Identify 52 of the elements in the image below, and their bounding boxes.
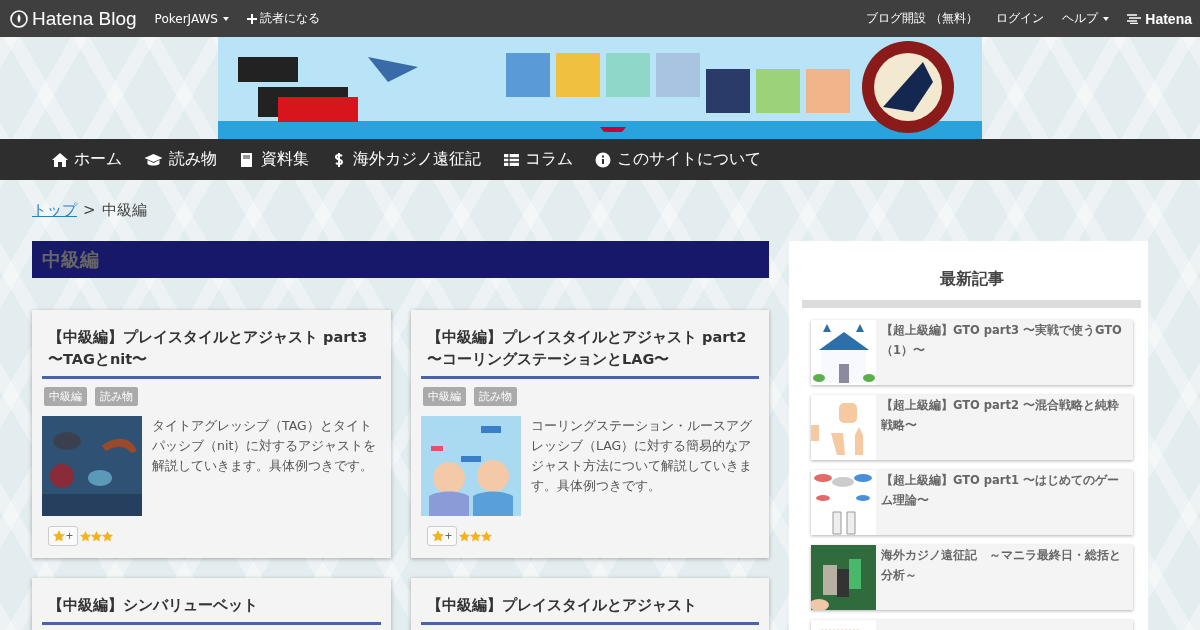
help-menu[interactable]: ヘルプ — [1062, 10, 1110, 27]
star-icon — [91, 530, 102, 542]
article-title[interactable]: 【中級編】シンバリューベット — [42, 594, 381, 616]
table-icon — [503, 151, 519, 168]
nav-link[interactable]: ホーム — [52, 149, 122, 170]
article-summary: タイトアグレッシブ（TAG）とタイトパッシブ（nit）に対するアジャストを解説していきます。具体例つきです。 — [152, 417, 378, 475]
add-star-button[interactable]: + — [427, 526, 457, 546]
article-title[interactable]: 【中級編】プレイスタイルとアジャスト — [421, 594, 759, 616]
recent-article-title: 【超上級編】GTO part3 〜実戦で使うGTO（1）〜 — [880, 322, 1123, 359]
breadcrumb-current: 中級編 — [101, 200, 147, 220]
sidebar-title: 最新記事 — [939, 269, 1005, 290]
star-icon — [470, 530, 481, 542]
star-icon — [102, 530, 113, 542]
graduation-cap-icon — [144, 151, 163, 168]
recent-article-card[interactable]: 【超上級編】GTO part2 〜混合戦略と純粋戦略〜 — [811, 395, 1133, 460]
subscribe-link[interactable]: 読者になる — [246, 10, 320, 27]
article-title[interactable]: 【中級編】プレイスタイルとアジャスト part3 〜TAGとnit〜 — [42, 326, 381, 370]
pen-icon — [10, 9, 28, 28]
recent-article-title: 【超上級編】GTO part2 〜混合戦略と純粋戦略〜 — [880, 397, 1121, 434]
article-summary: コーリングステーション・ルースアグレッシブ（LAG）に対する簡易的なアジャスト方法について解説していきます。具体例つきです。 — [531, 417, 753, 495]
add-star-button[interactable]: + — [48, 526, 78, 546]
nav-link[interactable]: 海外カジノ遠征記 — [331, 149, 481, 170]
recent-article-title: 海外カジノ遠征記 ～マニラ最終日・総括と分析～ — [880, 547, 1122, 584]
recent-article-card[interactable]: 海外カジノ遠征記 ～マニラ最終日・総括と分析～ — [811, 545, 1133, 610]
star-icon — [80, 530, 91, 542]
book-icon — [239, 151, 255, 168]
hatena-blog-logo[interactable]: Hatena Blog — [10, 7, 137, 30]
category-title: 中級編 — [32, 241, 769, 278]
hatena-logo[interactable]: Hatena — [1127, 10, 1192, 27]
home-icon — [52, 151, 68, 168]
info-icon — [595, 151, 611, 168]
nav-link[interactable]: 読み物 — [144, 149, 217, 170]
recent-article-card[interactable]: 【超上級編】GTO part3 〜実戦で使うGTO（1）〜 — [811, 320, 1133, 385]
recent-article-title: 【超上級編】GTO part1 〜はじめてのゲーム理論〜 — [880, 472, 1121, 509]
star-icon — [481, 530, 492, 542]
recent-article-card[interactable]: 【超上級編】GTO part1 〜はじめてのゲーム理論〜 — [811, 470, 1133, 535]
star-icon — [53, 530, 65, 542]
star-icon — [432, 530, 444, 542]
header-link[interactable]: ブログ開設 （無料） — [866, 10, 979, 27]
article-title[interactable]: 【中級編】プレイスタイルとアジャスト part2 〜コーリングステーションとLAG〜 — [421, 326, 759, 370]
caret-icon — [1103, 16, 1110, 21]
breadcrumb-link[interactable]: トップ — [32, 200, 77, 220]
lines-icon — [1127, 13, 1143, 24]
nav-link[interactable]: 資料集 — [239, 149, 309, 170]
breadcrumb-separator: > — [83, 201, 96, 219]
blog-menu[interactable]: PokerJAWS — [154, 11, 229, 26]
nav-link[interactable]: このサイトについて — [595, 149, 761, 170]
nav-link[interactable]: コラム — [503, 149, 573, 170]
plus-icon — [246, 13, 257, 24]
caret-icon — [222, 16, 229, 21]
star-icon — [459, 530, 470, 542]
header-link[interactable]: ログイン — [996, 10, 1045, 27]
